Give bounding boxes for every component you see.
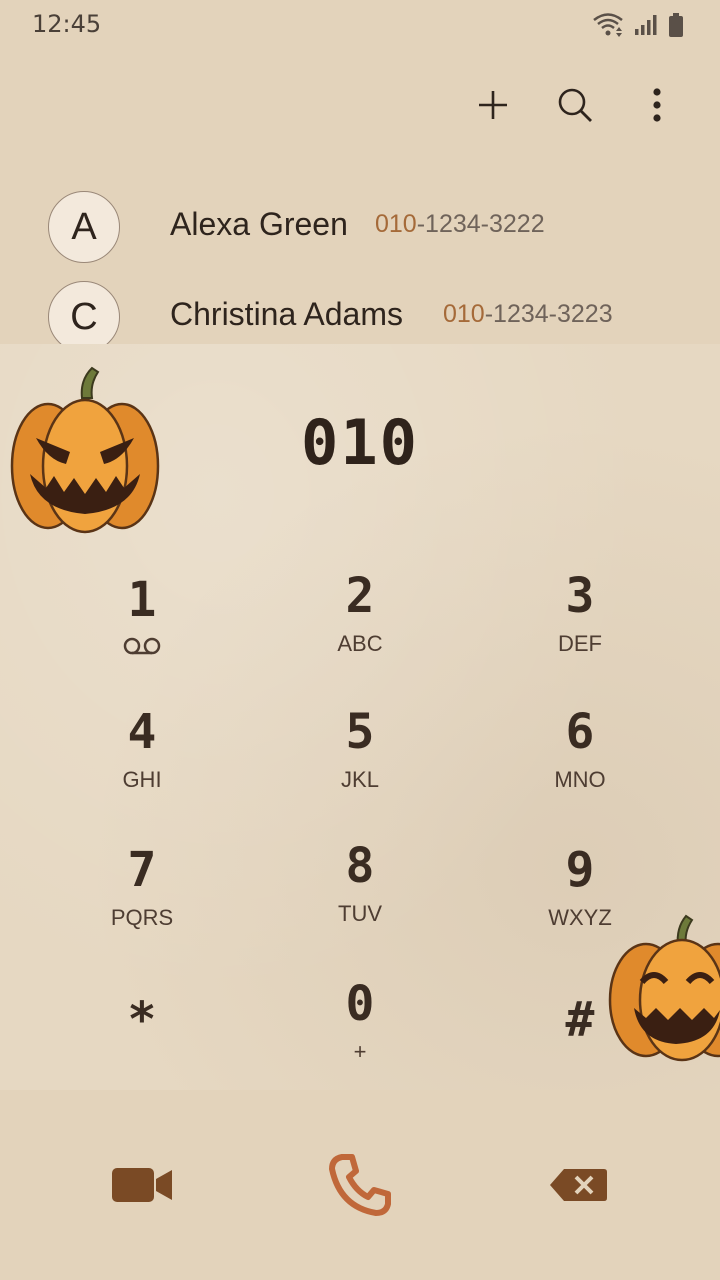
key-letters: + [353, 1039, 367, 1064]
avatar: C [48, 281, 120, 344]
key-letters: MNO [554, 767, 606, 792]
bottom-action-bar [0, 1090, 720, 1280]
contact-number: 010-1234-3222 [375, 210, 545, 239]
key-digit: 7 [127, 842, 157, 898]
contact-suggestion[interactable]: C Christina Adams 010-1234-3223 [0, 272, 720, 344]
key-digit: 2 [345, 568, 375, 624]
signal-icon [635, 15, 657, 35]
search-button[interactable] [548, 78, 602, 132]
key-letters: WXYZ [548, 905, 612, 930]
key-letters: TUV [338, 901, 382, 926]
number-rest: -1234-3223 [484, 300, 613, 328]
dial-pad: 010 1 2 ABC 3 DEF 4 GHI 5 JKL 6 MNO 7 PQ… [0, 344, 720, 1090]
key-digit: 3 [565, 568, 595, 624]
contact-name: Christina Adams [170, 296, 403, 332]
key-digit: 4 [127, 704, 157, 760]
status-bar: 12:45 [0, 0, 720, 50]
key-1[interactable]: 1 [42, 570, 242, 680]
key-letters: ABC [337, 631, 383, 656]
key-digit: * [127, 992, 157, 1048]
video-call-icon [112, 1168, 172, 1202]
voicemail-icon [123, 637, 161, 655]
call-button[interactable] [320, 1150, 400, 1220]
key-letters: JKL [341, 767, 379, 792]
key-hash[interactable]: # [480, 990, 680, 1100]
key-6[interactable]: 6 MNO [480, 702, 680, 812]
phone-call-icon [329, 1154, 391, 1216]
key-9[interactable]: 9 WXYZ [480, 840, 680, 950]
contact-suggestion[interactable]: A Alexa Green 010-1234-3222 [0, 182, 720, 272]
more-options-icon [653, 88, 661, 122]
key-0[interactable]: 0 + [260, 974, 460, 1084]
key-digit: 8 [345, 838, 375, 894]
key-digit: 1 [127, 572, 157, 628]
key-letters: GHI [122, 767, 162, 792]
key-7[interactable]: 7 PQRS [42, 840, 242, 950]
key-digit: # [565, 992, 595, 1048]
key-star[interactable]: * [42, 990, 242, 1100]
wifi-icon [593, 13, 623, 37]
number-match: 010 [375, 210, 417, 238]
avatar: A [48, 191, 120, 263]
pumpkin-decoration-icon [10, 366, 160, 534]
toolbar [466, 78, 684, 132]
key-3[interactable]: 3 DEF [480, 566, 680, 676]
search-icon [558, 88, 592, 122]
add-icon [479, 91, 507, 119]
battery-icon [669, 13, 683, 37]
add-contact-button[interactable] [466, 78, 520, 132]
more-options-button[interactable] [630, 78, 684, 132]
key-5[interactable]: 5 JKL [260, 702, 460, 812]
key-digit: 9 [565, 842, 595, 898]
status-time: 12:45 [32, 10, 102, 38]
contact-number: 010-1234-3223 [443, 300, 613, 329]
key-2[interactable]: 2 ABC [260, 566, 460, 676]
number-match: 010 [443, 300, 485, 328]
key-4[interactable]: 4 GHI [42, 702, 242, 812]
video-call-button[interactable] [102, 1150, 182, 1220]
key-digit: 5 [345, 704, 375, 760]
contact-name: Alexa Green [170, 206, 348, 242]
key-digit: 0 [345, 976, 375, 1032]
backspace-button[interactable] [538, 1150, 618, 1220]
key-letters: PQRS [110, 905, 174, 930]
backspace-icon [550, 1169, 607, 1201]
key-8[interactable]: 8 TUV [260, 836, 460, 946]
number-rest: -1234-3222 [416, 210, 545, 238]
key-letters: DEF [558, 631, 602, 656]
status-icons [592, 10, 684, 40]
key-digit: 6 [565, 704, 595, 760]
